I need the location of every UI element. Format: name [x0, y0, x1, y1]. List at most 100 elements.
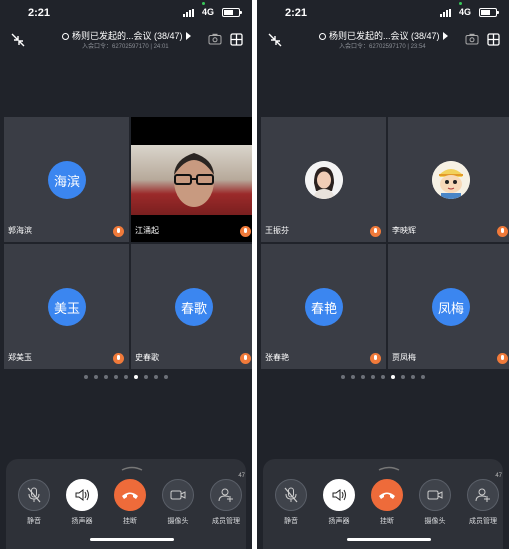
network-type: 4G — [458, 7, 471, 17]
person-video-figure — [174, 153, 214, 207]
participant-avatar-photo — [305, 161, 343, 199]
participant-name: 郭海滨 — [8, 226, 32, 235]
status-bar: 2:21 4G — [0, 0, 252, 26]
hangup-icon — [122, 492, 138, 499]
phone-screen-right: 2:21 4G 杨则已发起的...会议 (38/47) 入会口令：6270259… — [257, 0, 509, 549]
page-dot[interactable] — [391, 375, 395, 379]
mic-on-icon — [240, 226, 251, 237]
control-bar: 静音 扬声器 挂断 摄像头 47 成员管理 — [6, 459, 246, 549]
participant-avatar: 海滨 — [48, 161, 86, 199]
hangup-button[interactable]: 挂断 — [110, 479, 150, 526]
participant-video — [131, 117, 252, 242]
participant-avatar-photo — [432, 161, 470, 199]
participant-tile[interactable]: 美玉 郑美玉 — [4, 244, 129, 369]
page-dot[interactable] — [104, 375, 108, 379]
camera-button[interactable]: 摄像头 — [158, 479, 198, 526]
page-dot[interactable] — [351, 375, 355, 379]
grid-view-icon[interactable] — [230, 33, 243, 46]
page-dot[interactable] — [154, 375, 158, 379]
participant-tile[interactable]: 海滨 郭海滨 — [4, 117, 129, 242]
meeting-header: 杨则已发起的...会议 (38/47) 入会口令：62702597170 | 2… — [257, 28, 509, 52]
mic-muted-icon — [284, 487, 298, 503]
switch-camera-icon[interactable] — [465, 33, 479, 45]
home-indicator — [90, 538, 174, 541]
shield-icon — [62, 33, 69, 40]
participant-name: 张春艳 — [265, 353, 289, 362]
mic-on-icon — [497, 226, 508, 237]
page-dot[interactable] — [401, 375, 405, 379]
page-dot[interactable] — [411, 375, 415, 379]
page-dot[interactable] — [144, 375, 148, 379]
participant-avatar: 春艳 — [305, 288, 343, 326]
expand-arrow-icon — [442, 32, 448, 40]
page-dot[interactable] — [361, 375, 365, 379]
participant-avatar: 美玉 — [48, 288, 86, 326]
camera-button[interactable]: 摄像头 — [415, 479, 455, 526]
members-button[interactable]: 47 成员管理 — [206, 473, 246, 526]
woman-portrait-image — [305, 161, 343, 199]
member-count-badge: 47 — [495, 473, 502, 479]
mic-on-icon — [497, 353, 508, 364]
participant-avatar: 春歌 — [175, 288, 213, 326]
mic-on-icon — [113, 353, 124, 364]
status-time: 2:21 — [28, 7, 51, 19]
speaker-button[interactable]: 扬声器 — [62, 479, 102, 526]
participant-tile[interactable]: 李映辉 — [388, 117, 509, 242]
speaker-icon — [332, 489, 346, 501]
switch-camera-icon[interactable] — [208, 33, 222, 45]
grid-view-icon[interactable] — [487, 33, 500, 46]
page-indicator[interactable] — [257, 375, 509, 379]
page-dot[interactable] — [164, 375, 168, 379]
minimize-icon[interactable] — [266, 32, 284, 48]
page-dot[interactable] — [114, 375, 118, 379]
control-bar: 静音 扬声器 挂断 摄像头 47 成员管理 — [263, 459, 503, 549]
signal-icon — [183, 9, 194, 17]
mic-on-icon — [240, 353, 251, 364]
members-button[interactable]: 47 成员管理 — [463, 473, 503, 526]
signal-icon — [440, 9, 451, 17]
home-indicator — [347, 538, 431, 541]
page-dot[interactable] — [381, 375, 385, 379]
chevron-up-icon[interactable] — [377, 465, 401, 471]
page-dot[interactable] — [421, 375, 425, 379]
page-dot[interactable] — [94, 375, 98, 379]
mic-on-icon — [370, 226, 381, 237]
member-count-badge: 47 — [238, 473, 245, 479]
meeting-subtitle: 入会口令：62702597170 | 24:01 — [82, 44, 169, 50]
page-indicator[interactable] — [0, 375, 252, 379]
participant-tile[interactable]: 春歌 史春歌 — [131, 244, 252, 369]
hangup-icon — [379, 492, 395, 499]
page-dot[interactable] — [134, 375, 138, 379]
participant-name: 王振芬 — [265, 226, 289, 235]
hangup-button[interactable]: 挂断 — [367, 479, 407, 526]
participant-avatar: 凤梅 — [432, 288, 470, 326]
cartoon-avatar-image — [432, 161, 470, 199]
page-dot[interactable] — [371, 375, 375, 379]
meeting-header: 杨则已发起的...会议 (38/47) 入会口令：62702597170 | 2… — [0, 28, 252, 52]
chevron-up-icon[interactable] — [120, 465, 144, 471]
status-bar: 2:21 4G — [257, 0, 509, 26]
status-time: 2:21 — [285, 7, 308, 19]
participant-name: 江涌起 — [135, 226, 159, 235]
meeting-subtitle: 入会口令：62702597170 | 23:54 — [339, 44, 426, 50]
page-dot[interactable] — [341, 375, 345, 379]
mic-on-icon — [113, 226, 124, 237]
page-dot[interactable] — [124, 375, 128, 379]
mic-muted-icon — [27, 487, 41, 503]
camera-icon — [170, 490, 186, 500]
participant-tile[interactable]: 王振芬 — [261, 117, 386, 242]
speaker-icon — [75, 489, 89, 501]
members-icon — [475, 488, 490, 502]
page-dot[interactable] — [84, 375, 88, 379]
minimize-icon[interactable] — [9, 32, 27, 48]
speaker-button[interactable]: 扬声器 — [319, 479, 359, 526]
participant-tile-video[interactable]: 江涌起 — [131, 117, 252, 242]
participant-name: 郑美玉 — [8, 353, 32, 362]
expand-arrow-icon — [185, 32, 191, 40]
participant-tile[interactable]: 春艳 张春艳 — [261, 244, 386, 369]
mute-button[interactable]: 静音 — [14, 479, 54, 526]
participant-tile[interactable]: 凤梅 贾凤梅 — [388, 244, 509, 369]
participant-name: 李映辉 — [392, 226, 416, 235]
camera-icon — [427, 490, 443, 500]
mute-button[interactable]: 静音 — [271, 479, 311, 526]
